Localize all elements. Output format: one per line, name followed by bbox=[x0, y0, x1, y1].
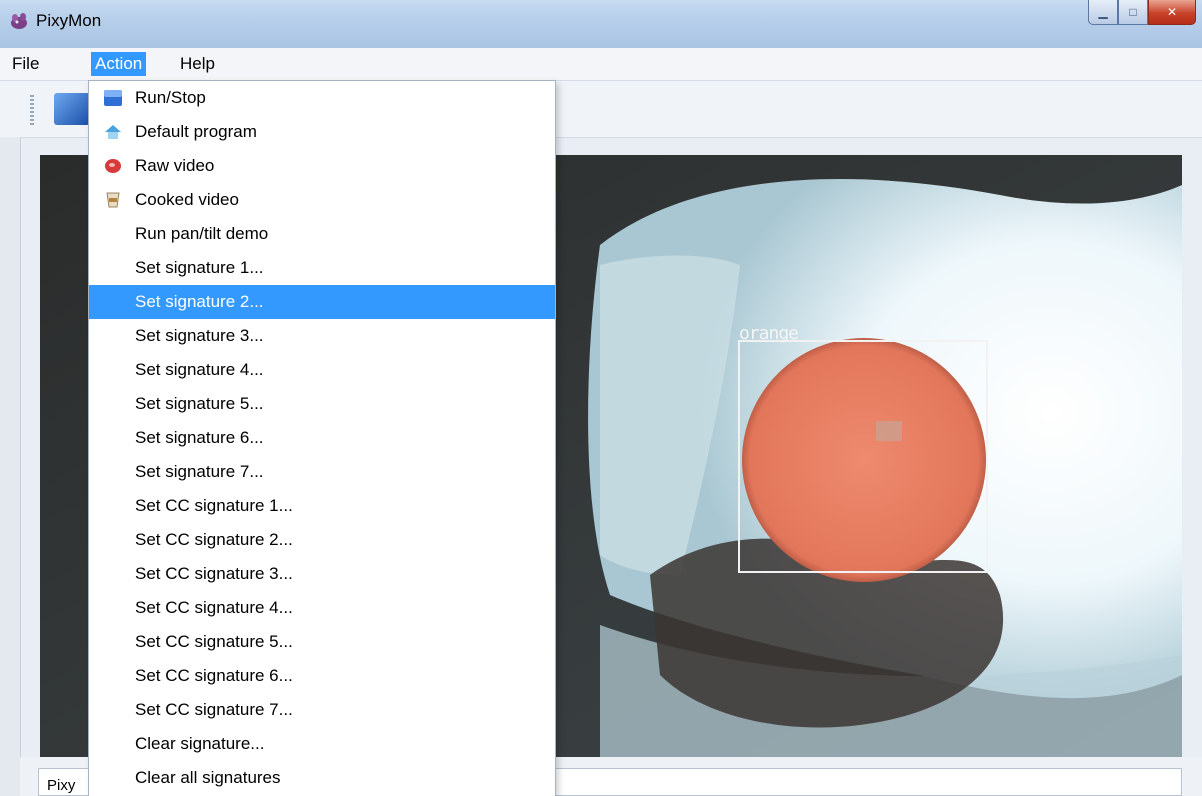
detection-label: orange bbox=[739, 323, 799, 344]
menu-item-label: Set signature 4... bbox=[135, 360, 264, 379]
left-panel-edge bbox=[0, 137, 21, 796]
menu-item-label: Run/Stop bbox=[135, 88, 206, 107]
status-text: Pixy bbox=[47, 777, 76, 794]
menu-item-label: Set CC signature 7... bbox=[135, 700, 293, 719]
menu-item-set-signature-7[interactable]: Set signature 7... bbox=[89, 455, 555, 489]
maximize-button[interactable]: □ bbox=[1118, 0, 1148, 25]
menu-action[interactable]: Action bbox=[91, 52, 147, 76]
menu-item-raw-video[interactable]: Raw video bbox=[89, 149, 555, 183]
menu-item-label: Cooked video bbox=[135, 190, 239, 209]
raw-meat-icon bbox=[105, 159, 121, 173]
window-controls: ▁ □ ✕ bbox=[1088, 0, 1196, 26]
menu-item-clear-signature[interactable]: Clear signature... bbox=[89, 727, 555, 761]
menu-item-set-signature-2[interactable]: Set signature 2... bbox=[89, 285, 555, 319]
menu-item-label: Run pan/tilt demo bbox=[135, 224, 269, 243]
menu-item-label: Set signature 1... bbox=[135, 258, 264, 277]
menu-item-label: Set CC signature 5... bbox=[135, 632, 293, 651]
minimize-button[interactable]: ▁ bbox=[1088, 0, 1118, 25]
run-stop-icon bbox=[104, 90, 122, 106]
cooked-food-icon bbox=[106, 192, 120, 208]
menu-bar: File Action Help bbox=[0, 48, 1202, 81]
menu-item-run-stop[interactable]: Run/Stop bbox=[89, 81, 555, 115]
menu-item-set-cc-signature-6[interactable]: Set CC signature 6... bbox=[89, 659, 555, 693]
menu-item-set-cc-signature-4[interactable]: Set CC signature 4... bbox=[89, 591, 555, 625]
pixymon-app-icon bbox=[11, 13, 27, 29]
menu-item-label: Set CC signature 4... bbox=[135, 598, 293, 617]
menu-item-set-cc-signature-2[interactable]: Set CC signature 2... bbox=[89, 523, 555, 557]
menu-item-label: Set CC signature 6... bbox=[135, 666, 293, 685]
menu-item-label: Default program bbox=[135, 122, 257, 141]
menu-item-default-program[interactable]: Default program bbox=[89, 115, 555, 149]
maximize-icon: □ bbox=[1129, 5, 1137, 19]
menu-item-set-signature-4[interactable]: Set signature 4... bbox=[89, 353, 555, 387]
menu-item-label: Set signature 3... bbox=[135, 326, 264, 345]
menu-item-cooked-video[interactable]: Cooked video bbox=[89, 183, 555, 217]
menu-item-set-signature-1[interactable]: Set signature 1... bbox=[89, 251, 555, 285]
window-title: PixyMon bbox=[36, 11, 102, 30]
menu-item-label: Set signature 5... bbox=[135, 394, 264, 413]
menu-item-set-cc-signature-1[interactable]: Set CC signature 1... bbox=[89, 489, 555, 523]
menu-item-run-pan-tilt-demo[interactable]: Run pan/tilt demo bbox=[89, 217, 555, 251]
menu-file[interactable]: File bbox=[8, 52, 43, 76]
action-menu-dropdown: Run/Stop Default program Raw video Cooke… bbox=[88, 80, 556, 796]
minimize-icon: ▁ bbox=[1098, 5, 1108, 19]
menu-item-set-signature-5[interactable]: Set signature 5... bbox=[89, 387, 555, 421]
menu-item-label: Clear all signatures bbox=[135, 768, 281, 787]
toolbar-grip[interactable] bbox=[30, 95, 34, 125]
menu-item-clear-all-signatures[interactable]: Clear all signatures bbox=[89, 761, 555, 795]
menu-item-label: Raw video bbox=[135, 156, 215, 175]
close-button[interactable]: ✕ bbox=[1148, 0, 1196, 25]
menu-item-set-cc-signature-3[interactable]: Set CC signature 3... bbox=[89, 557, 555, 591]
title-bar: PixyMon ▁ □ ✕ bbox=[0, 0, 1202, 48]
menu-item-label: Set CC signature 1... bbox=[135, 496, 293, 515]
menu-help[interactable]: Help bbox=[176, 52, 219, 76]
menu-item-label: Set CC signature 2... bbox=[135, 530, 293, 549]
menu-item-label: Set signature 7... bbox=[135, 462, 264, 481]
menu-item-set-cc-signature-7[interactable]: Set CC signature 7... bbox=[89, 693, 555, 727]
run-stop-toolbar-button[interactable] bbox=[54, 93, 90, 125]
menu-item-label: Set signature 6... bbox=[135, 428, 264, 447]
menu-item-label: Clear signature... bbox=[135, 734, 265, 753]
close-icon: ✕ bbox=[1166, 5, 1178, 19]
home-icon bbox=[105, 125, 121, 139]
menu-item-set-signature-6[interactable]: Set signature 6... bbox=[89, 421, 555, 455]
menu-item-label: Set CC signature 3... bbox=[135, 564, 293, 583]
menu-item-set-cc-signature-5[interactable]: Set CC signature 5... bbox=[89, 625, 555, 659]
menu-item-set-signature-3[interactable]: Set signature 3... bbox=[89, 319, 555, 353]
menu-item-label: Set signature 2... bbox=[135, 292, 264, 311]
